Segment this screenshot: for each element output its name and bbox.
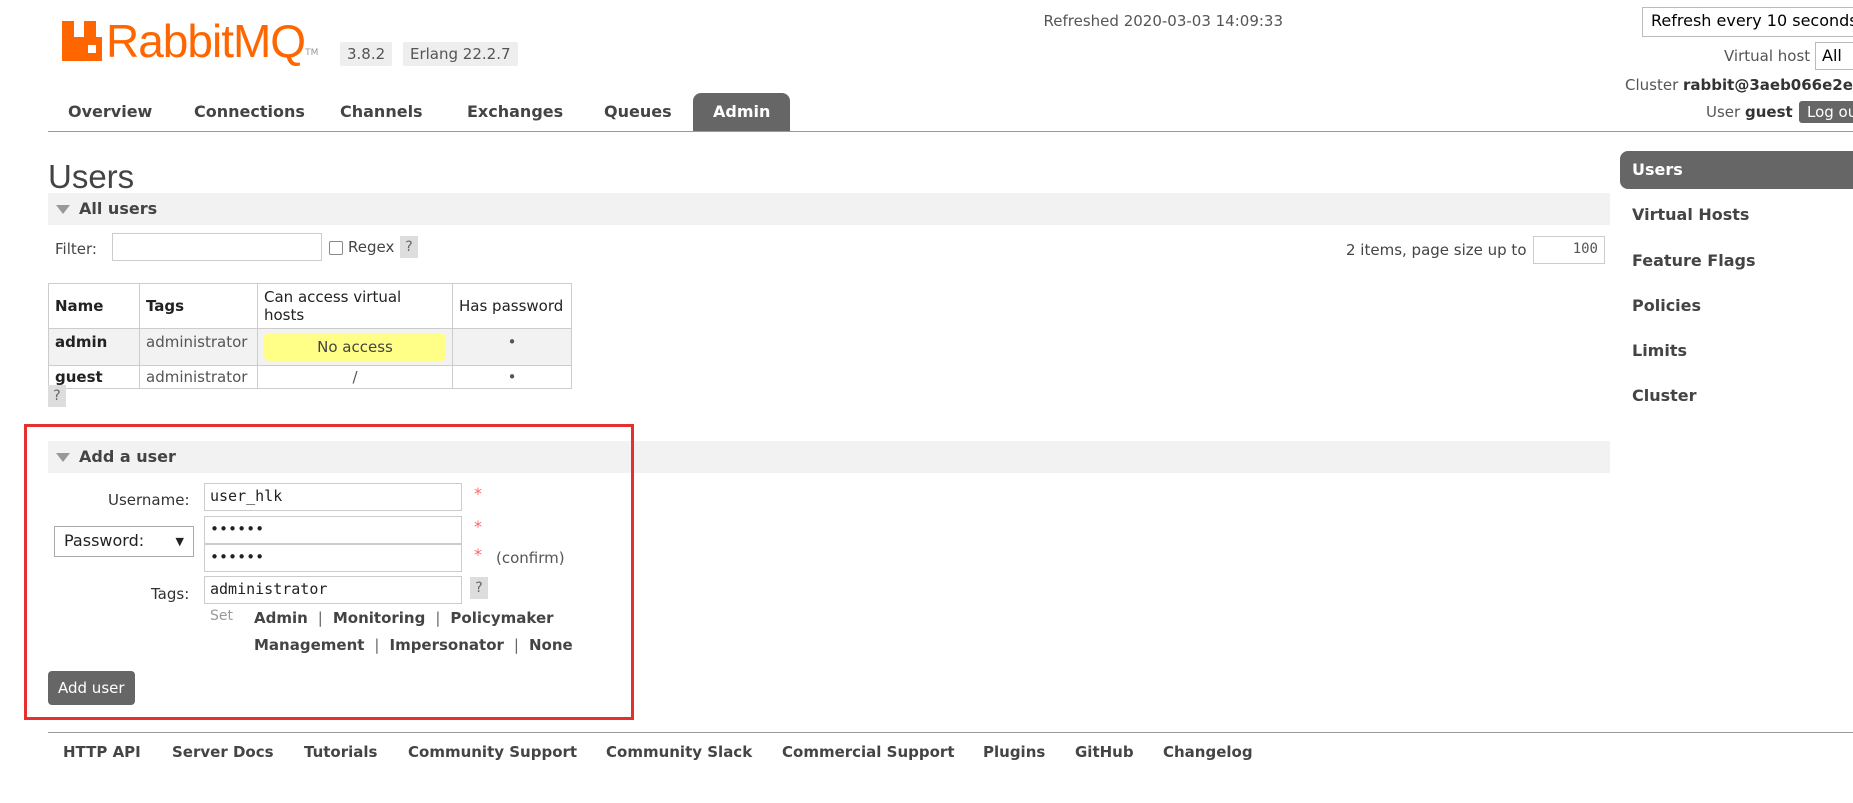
- tab-queues[interactable]: Queues: [584, 93, 692, 131]
- refreshed-status: Refreshed 2020-03-03 14:09:33: [1043, 12, 1284, 30]
- rabbitmq-logo: RabbitMQ TM: [62, 15, 319, 67]
- sidebar-item-users[interactable]: Users: [1620, 151, 1853, 189]
- footer-link-commercial-support[interactable]: Commercial Support: [782, 743, 955, 761]
- table-row: admin administrator No access •: [48, 328, 572, 366]
- logo-text: RabbitMQ: [106, 15, 306, 67]
- sidebar-item-cluster[interactable]: Cluster: [1620, 377, 1853, 415]
- user-tags: administrator: [139, 328, 258, 366]
- table-row: guest administrator / •: [48, 365, 572, 389]
- column-header-name[interactable]: Name: [48, 283, 140, 329]
- footer-link-community-slack[interactable]: Community Slack: [606, 743, 752, 761]
- footer-link-community-support[interactable]: Community Support: [408, 743, 577, 761]
- sidebar-item-feature-flags[interactable]: Feature Flags: [1620, 242, 1853, 280]
- tab-admin[interactable]: Admin: [693, 93, 791, 131]
- virtual-host-select[interactable]: All: [1815, 42, 1853, 70]
- sidebar-item-policies[interactable]: Policies: [1620, 287, 1853, 325]
- footer-link-plugins[interactable]: Plugins: [983, 743, 1045, 761]
- user-name-link[interactable]: admin: [48, 328, 140, 366]
- column-header-has-password: Has password: [452, 283, 572, 329]
- user-vhosts: /: [257, 365, 453, 389]
- tab-exchanges[interactable]: Exchanges: [447, 93, 583, 131]
- all-users-title: All users: [79, 199, 158, 218]
- virtual-host-label: Virtual host: [1724, 47, 1811, 65]
- user-tags: administrator: [139, 365, 258, 389]
- erlang-badge: Erlang 22.2.7: [403, 42, 518, 66]
- user-has-password: •: [452, 365, 572, 389]
- cluster-name: rabbit@3aeb066e2e: [1683, 76, 1853, 94]
- logo-tm: TM: [305, 48, 319, 58]
- filter-help-button[interactable]: ?: [400, 236, 418, 258]
- filter-label: Filter:: [55, 240, 97, 258]
- main-tabs: Overview Connections Channels Exchanges …: [48, 93, 1853, 132]
- collapse-triangle-icon: [56, 205, 70, 214]
- regex-checkbox[interactable]: [329, 241, 343, 255]
- sidebar-item-virtual-hosts[interactable]: Virtual Hosts: [1620, 196, 1853, 234]
- column-header-vhosts: Can access virtual hosts: [257, 283, 453, 329]
- tab-channels[interactable]: Channels: [320, 93, 443, 131]
- regex-label: Regex: [348, 238, 395, 256]
- footer-link-changelog[interactable]: Changelog: [1163, 743, 1253, 761]
- rabbit-logo-icon: [62, 21, 102, 61]
- filter-input[interactable]: [112, 233, 322, 261]
- version-badge: 3.8.2: [340, 42, 393, 66]
- no-access-badge: No access: [264, 333, 446, 361]
- users-table: Name Tags Can access virtual hosts Has p…: [48, 283, 572, 389]
- refresh-interval-select[interactable]: Refresh every 10 seconds: [1642, 7, 1853, 37]
- tab-connections[interactable]: Connections: [174, 93, 325, 131]
- tab-overview[interactable]: Overview: [48, 93, 172, 131]
- column-header-tags[interactable]: Tags: [139, 283, 258, 329]
- highlight-annotation: [24, 424, 634, 720]
- page-size-input[interactable]: 100: [1533, 236, 1605, 264]
- footer-link-http-api[interactable]: HTTP API: [63, 743, 141, 761]
- page-title: Users: [48, 158, 135, 195]
- footer-link-tutorials[interactable]: Tutorials: [304, 743, 377, 761]
- user-vhosts: No access: [257, 328, 453, 366]
- all-users-section-header[interactable]: All users: [48, 193, 1610, 225]
- footer-link-server-docs[interactable]: Server Docs: [172, 743, 274, 761]
- footer-link-github[interactable]: GitHub: [1075, 743, 1134, 761]
- sidebar-item-limits[interactable]: Limits: [1620, 332, 1853, 370]
- user-has-password: •: [452, 328, 572, 366]
- items-count: 2 items, page size up to: [1346, 241, 1527, 259]
- table-help-button[interactable]: ?: [48, 385, 66, 407]
- cluster-info: Cluster rabbit@3aeb066e2e: [1625, 76, 1853, 94]
- footer: HTTP API Server Docs Tutorials Community…: [48, 732, 1853, 761]
